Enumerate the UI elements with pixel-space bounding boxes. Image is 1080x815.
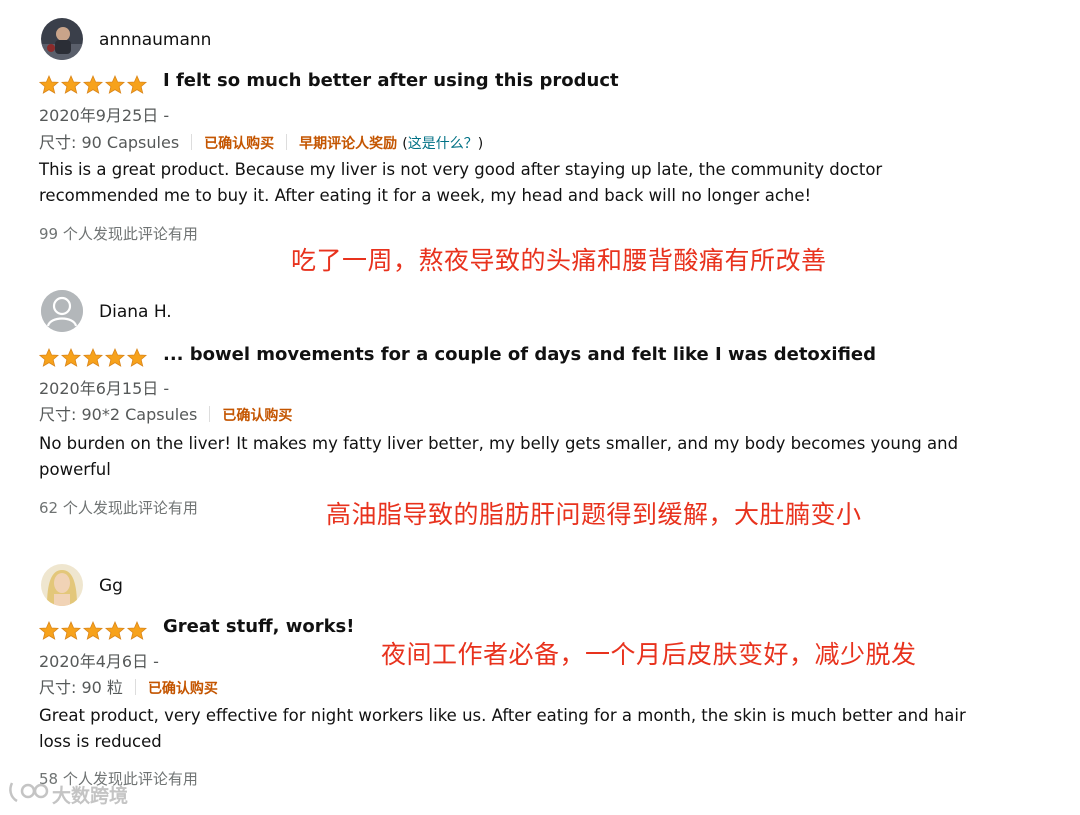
review-meta: 尺寸: 90*2 Capsules 已确认购买 (39, 401, 292, 425)
review-title[interactable]: Great stuff, works! (163, 616, 354, 637)
star-rating[interactable] (39, 348, 149, 368)
annotation-text: 高油脂导致的脂肪肝问题得到缓解，大肚腩变小 (326, 500, 862, 529)
default-user-icon (41, 290, 83, 332)
review-date: 2020年6月15日 - (39, 379, 170, 398)
helpful-count: 62 个人发现此评论有用 (39, 499, 198, 517)
brand-logo-icon (8, 779, 50, 809)
star-icon (39, 621, 60, 640)
star-rating[interactable] (39, 621, 149, 641)
star-icon (60, 348, 82, 367)
verified-purchase-badge: 已确认购买 (147, 681, 218, 697)
size-label: 尺寸: 90*2 Capsules (39, 405, 198, 424)
user-photo-icon (41, 564, 83, 606)
divider (134, 679, 136, 695)
star-icon (60, 621, 82, 640)
user-avatar[interactable] (41, 290, 83, 332)
reviewer-name[interactable]: Gg (99, 576, 123, 596)
review-title[interactable]: ... bowel movements for a couple of days… (163, 344, 876, 365)
star-icon (104, 621, 126, 640)
size-label: 尺寸: 90 粒 (39, 678, 123, 697)
annotation-text: 夜间工作者必备，一个月后皮肤变好，减少脱发 (381, 640, 917, 669)
review-card: Gg Great stuff, works! 2020年4月6日 - 尺寸: 9… (0, 0, 1080, 788)
divider (209, 406, 211, 422)
star-icon (126, 348, 148, 367)
star-icon (82, 348, 104, 367)
star-icon (104, 348, 126, 367)
review-body: Great product, very effective for night … (39, 706, 966, 751)
review-date: 2020年4月6日 - (39, 652, 159, 671)
star-icon (39, 348, 60, 367)
review-meta: 尺寸: 90 粒 已确认购买 (39, 674, 218, 698)
star-icon (82, 621, 104, 640)
review-body: No burden on the liver! It makes my fatt… (39, 434, 959, 479)
verified-purchase-badge: 已确认购买 (222, 408, 293, 424)
user-avatar[interactable] (41, 564, 83, 606)
star-icon (126, 621, 148, 640)
reviewer-name[interactable]: Diana H. (99, 302, 172, 322)
watermark-text: 大数跨境 (52, 785, 129, 807)
